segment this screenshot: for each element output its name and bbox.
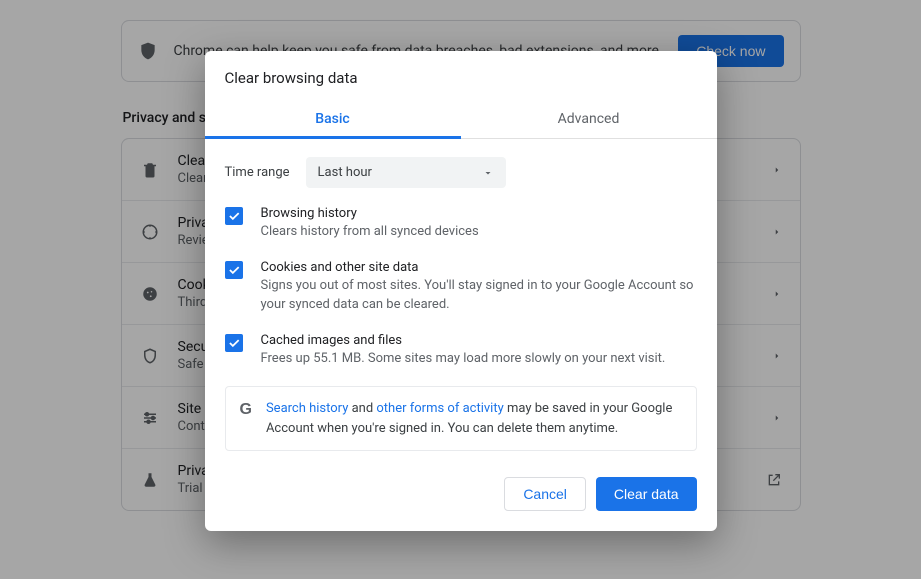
- option-sub: Signs you out of most sites. You'll stay…: [261, 277, 697, 315]
- option-sub: Clears history from all synced devices: [261, 223, 479, 242]
- checkbox-cached[interactable]: [225, 334, 243, 352]
- time-range-label: Time range: [225, 165, 290, 180]
- tab-advanced[interactable]: Advanced: [461, 101, 717, 138]
- clear-data-button[interactable]: Clear data: [596, 477, 697, 511]
- option-title: Browsing history: [261, 206, 479, 221]
- time-range-select[interactable]: Last hour: [306, 157, 506, 188]
- dialog-title: Clear browsing data: [205, 51, 717, 101]
- option-cached: Cached images and files Frees up 55.1 MB…: [225, 333, 697, 369]
- clear-browsing-data-dialog: Clear browsing data Basic Advanced Time …: [205, 51, 717, 531]
- cancel-button[interactable]: Cancel: [504, 477, 586, 511]
- search-history-link[interactable]: Search history: [266, 401, 348, 416]
- option-title: Cached images and files: [261, 333, 666, 348]
- caret-down-icon: [482, 167, 494, 179]
- time-range-value: Last hour: [318, 165, 372, 180]
- info-text: Search history and other forms of activi…: [266, 399, 682, 438]
- dialog-tabs: Basic Advanced: [205, 101, 717, 139]
- option-cookies: Cookies and other site data Signs you ou…: [225, 260, 697, 315]
- checkbox-browsing-history[interactable]: [225, 207, 243, 225]
- google-activity-info: G Search history and other forms of acti…: [225, 386, 697, 451]
- option-browsing-history: Browsing history Clears history from all…: [225, 206, 697, 242]
- other-activity-link[interactable]: other forms of activity: [376, 401, 503, 416]
- tab-basic[interactable]: Basic: [205, 101, 461, 138]
- option-sub: Frees up 55.1 MB. Some sites may load mo…: [261, 350, 666, 369]
- google-logo-icon: G: [240, 401, 252, 419]
- option-title: Cookies and other site data: [261, 260, 697, 275]
- checkbox-cookies[interactable]: [225, 261, 243, 279]
